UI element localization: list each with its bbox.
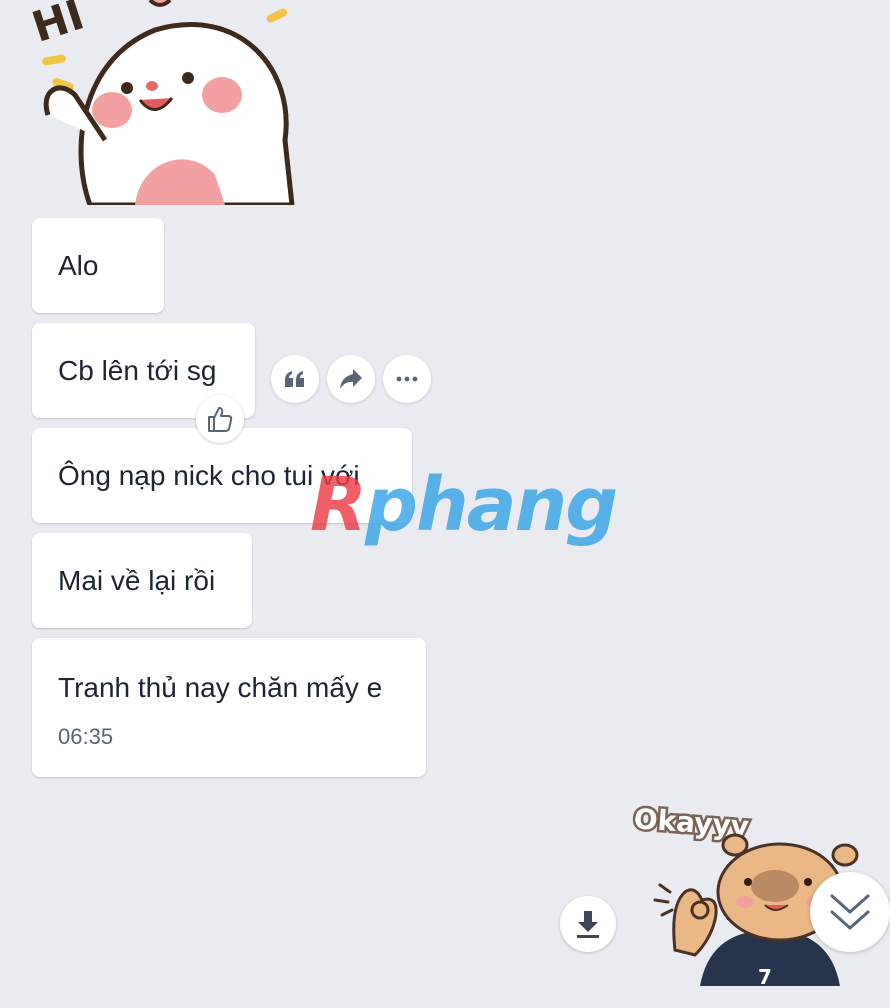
forward-button[interactable] xyxy=(327,355,375,403)
sticker-hi-text: HI xyxy=(30,0,90,52)
thumbs-up-icon xyxy=(208,407,233,432)
message-timestamp: 06:35 xyxy=(58,724,114,749)
message-bubble[interactable]: Alo xyxy=(32,218,164,313)
more-icon xyxy=(396,376,418,382)
quote-button[interactable] xyxy=(271,355,319,403)
message-text: Cb lên tới sg xyxy=(58,355,217,386)
svg-text:7: 7 xyxy=(758,965,772,986)
more-button[interactable] xyxy=(383,355,431,403)
download-icon xyxy=(577,911,599,938)
forward-icon xyxy=(340,369,362,389)
message-bubble[interactable]: Mai về lại rồi xyxy=(32,533,252,628)
reaction-button[interactable] xyxy=(196,395,244,443)
message-text: Mai về lại rồi xyxy=(58,565,216,596)
download-button[interactable] xyxy=(560,896,616,952)
quote-icon xyxy=(285,371,304,387)
watermark-logo: Rphang xyxy=(310,462,618,548)
scroll-to-bottom-button[interactable] xyxy=(810,872,890,952)
message-text: Tranh thủ nay chăn mấy e xyxy=(58,672,383,703)
bunny-hi-sticker[interactable]: HI xyxy=(30,0,295,205)
message-bubble[interactable]: Tranh thủ nay chăn mấy e 06:35 xyxy=(32,638,426,777)
message-text: Alo xyxy=(58,250,99,281)
double-chevron-down-icon xyxy=(830,894,870,930)
